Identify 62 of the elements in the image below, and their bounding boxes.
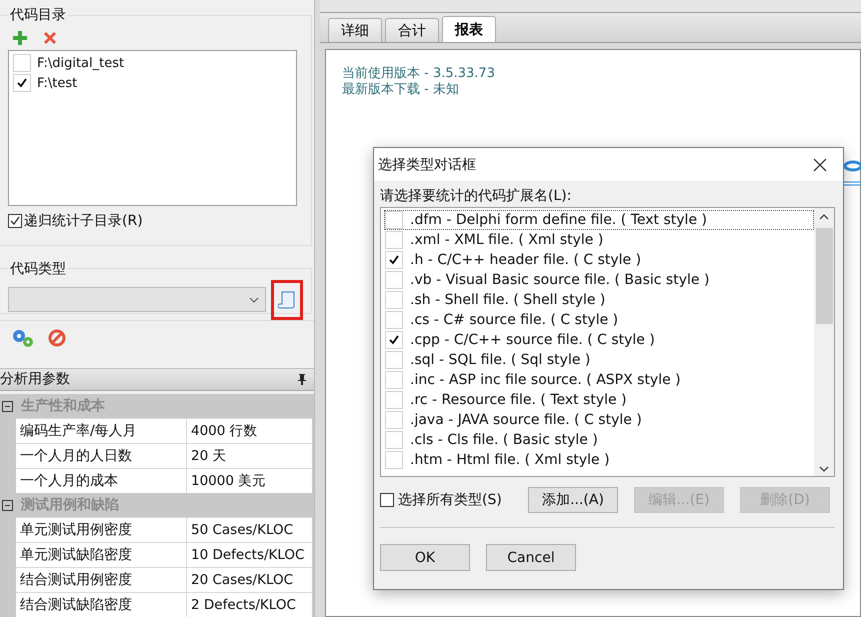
logo-fragment-icon [843,160,861,188]
checkbox[interactable] [380,493,394,507]
directory-path[interactable]: F:\digital_test [37,56,124,70]
gears-icon[interactable] [10,327,36,350]
tab[interactable]: 报表 [442,16,496,42]
group-title: 代码类型 [9,260,67,278]
pin-icon[interactable] [298,374,306,385]
list-item[interactable]: .sh - Shell file. ( Shell style ) [384,290,814,310]
delete-icon[interactable] [42,30,58,46]
scroll-icon [278,290,296,310]
group-title: 代码目录 [9,6,67,24]
list-item[interactable]: .inc - ASP inc file source. ( ASPX style ) [384,370,814,390]
property-name: 单元测试缺陷密度 [19,546,133,565]
property-name: 结合测试缺陷密度 [19,596,133,615]
tab[interactable]: 合计 [385,18,439,42]
list-item[interactable]: .htm - Html file. ( Xml style ) [384,450,814,470]
info-text: 最新版本下载 - 未知 [342,82,460,98]
checkbox[interactable] [8,214,22,228]
list-item[interactable]: .cs - C# source file. ( C style ) [384,310,814,330]
scroll-up-icon[interactable] [819,214,829,220]
property-name: 一个人月的人日数 [19,447,133,466]
list-item[interactable]: .cpp - C/C++ source file. ( C style ) [384,330,814,350]
property-value[interactable]: 10000 美元 [186,469,312,493]
collapse-toggle[interactable] [2,500,13,510]
list-item[interactable]: .rc - Resource file. ( Text style ) [384,390,814,410]
select-types-button[interactable] [271,280,303,320]
list-label: 请选择要统计的代码扩展名(L): [380,187,572,206]
category-title: 生产性和成本 [21,397,105,415]
dialog-button[interactable]: Cancel [486,544,576,571]
action-button[interactable]: 添加...(A) [528,487,618,513]
list-item[interactable]: .cls - Cls file. ( Basic style ) [384,430,814,450]
property-name: 结合测试用例密度 [19,571,133,590]
property-value[interactable]: 2 Defects/KLOC [186,593,312,617]
check-icon [389,255,399,265]
list-item[interactable]: .xml - XML file. ( Xml style ) [384,230,814,250]
checkbox-label: 递归统计子目录(R) [24,212,143,230]
list-item[interactable]: .vb - Visual Basic source file. ( Basic style ) [384,270,814,290]
check-icon [17,78,27,88]
info-text: 当前使用版本 - 3.5.33.73 [342,66,496,82]
stop-icon[interactable] [48,329,66,348]
directory-path[interactable]: F:\test [37,76,78,90]
close-icon[interactable] [813,158,827,172]
check-icon [10,216,20,226]
category-title: 测试用例和缺陷 [21,496,119,514]
property-name: 编码生产率/每人月 [19,422,138,441]
caret-icon [249,296,259,303]
list-item[interactable]: .sql - SQL file. ( Sql style ) [384,350,814,370]
list-item[interactable]: .java - JAVA source file. ( C style ) [384,410,814,430]
property-name: 单元测试用例密度 [19,521,133,540]
scroll-down-icon[interactable] [819,466,829,472]
dialog-title: 选择类型对话框 [378,156,476,174]
list-item[interactable]: .dfm - Delphi form define file. ( Text style ) [384,210,814,230]
list-item[interactable]: .h - C/C++ header file. ( C style ) [384,250,814,270]
property-name: 一个人月的成本 [19,472,119,491]
add-icon[interactable] [12,30,28,46]
checkbox-label: 选择所有类型(S) [398,491,502,509]
check-icon [389,335,399,345]
tab[interactable]: 详细 [328,18,382,42]
scrollbar[interactable] [814,208,834,476]
collapse-toggle[interactable] [2,400,13,412]
dialog-button[interactable]: OK [380,544,470,571]
panel-title: 分析用参数 [0,370,70,388]
